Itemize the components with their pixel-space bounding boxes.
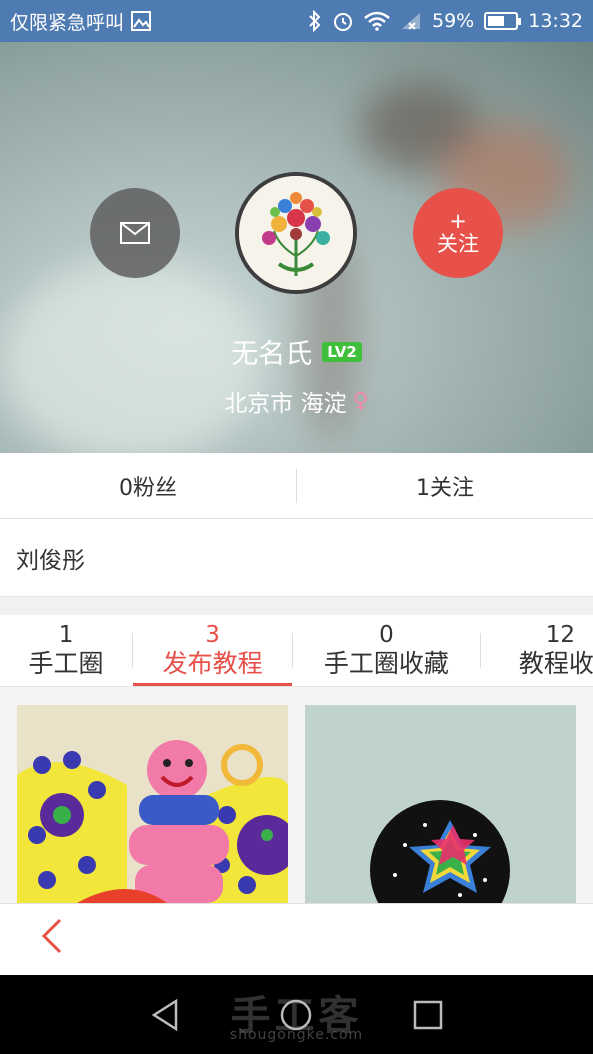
bio-text: 刘俊彤 (0, 519, 593, 597)
plus-icon: + (449, 208, 467, 233)
tab-count: 0 (379, 621, 394, 648)
username: 无名氏 (231, 339, 313, 370)
back-chevron-icon[interactable] (40, 918, 64, 961)
envelope-icon (120, 222, 150, 244)
tutorial-card[interactable] (17, 705, 288, 903)
nav-recents-icon[interactable] (410, 997, 446, 1033)
location-row: 北京市 海淀 ♀ (0, 384, 593, 418)
clay-star-image (305, 705, 576, 903)
tab-published-tutorials[interactable]: 3 发布教程 (133, 615, 293, 686)
clay-butterfly-image (17, 705, 288, 903)
message-button[interactable] (90, 188, 180, 278)
nav-home-icon[interactable] (278, 997, 314, 1033)
nav-back-icon[interactable] (148, 997, 184, 1033)
username-row: 无名氏 LV2 (0, 332, 593, 371)
wifi-icon (364, 11, 390, 31)
carrier-text: 仅限紧急呼叫 (10, 11, 125, 34)
tab-label: 手工圈 (28, 649, 104, 679)
section-spacer (0, 597, 593, 615)
bluetooth-icon (308, 10, 322, 32)
alarm-icon (332, 10, 354, 32)
fans-count[interactable]: 0粉丝 (0, 470, 296, 502)
tab-count: 1 (58, 621, 74, 648)
status-bar: 仅限紧急呼叫 59% 13:32 (0, 0, 593, 42)
follow-label: 关注 (437, 232, 479, 256)
following-count[interactable]: 1关注 (297, 470, 593, 502)
battery-icon (484, 12, 522, 30)
profile-header: + 关注 无名氏 LV2 北京市 海淀 ♀ (0, 42, 593, 453)
level-badge: LV2 (322, 341, 362, 362)
follow-button[interactable]: + 关注 (413, 188, 503, 278)
signal-icon (400, 11, 422, 31)
system-nav-bar: 手工客 shougongke.com (0, 975, 593, 1054)
tab-circle-favorites[interactable]: 0 手工圈收藏 (293, 615, 480, 686)
tab-count: 12 (545, 621, 576, 648)
clock: 13:32 (528, 10, 583, 32)
tab-label: 手工圈收藏 (323, 649, 449, 679)
content-tabs: 1 手工圈 3 发布教程 0 手工圈收藏 12 教程收 (0, 615, 593, 687)
battery-percent: 59% (432, 10, 475, 32)
tab-handcraft-circle[interactable]: 1 手工圈 (0, 615, 132, 686)
gallery-notification-icon (130, 10, 152, 32)
stats-row: 0粉丝 1关注 (0, 453, 593, 519)
tab-label: 发布教程 (162, 649, 263, 679)
female-gender-icon: ♀ (352, 388, 369, 414)
tab-label: 教程收 (518, 649, 593, 679)
bottom-toolbar (0, 903, 593, 975)
location-text: 北京市 海淀 (224, 391, 347, 417)
avatar[interactable] (235, 172, 357, 294)
tab-tutorial-favorites[interactable]: 12 教程收 (481, 615, 593, 686)
tab-count: 3 (205, 621, 220, 648)
quilling-flower-avatar-image (239, 176, 353, 290)
tutorial-card[interactable] (305, 705, 576, 903)
